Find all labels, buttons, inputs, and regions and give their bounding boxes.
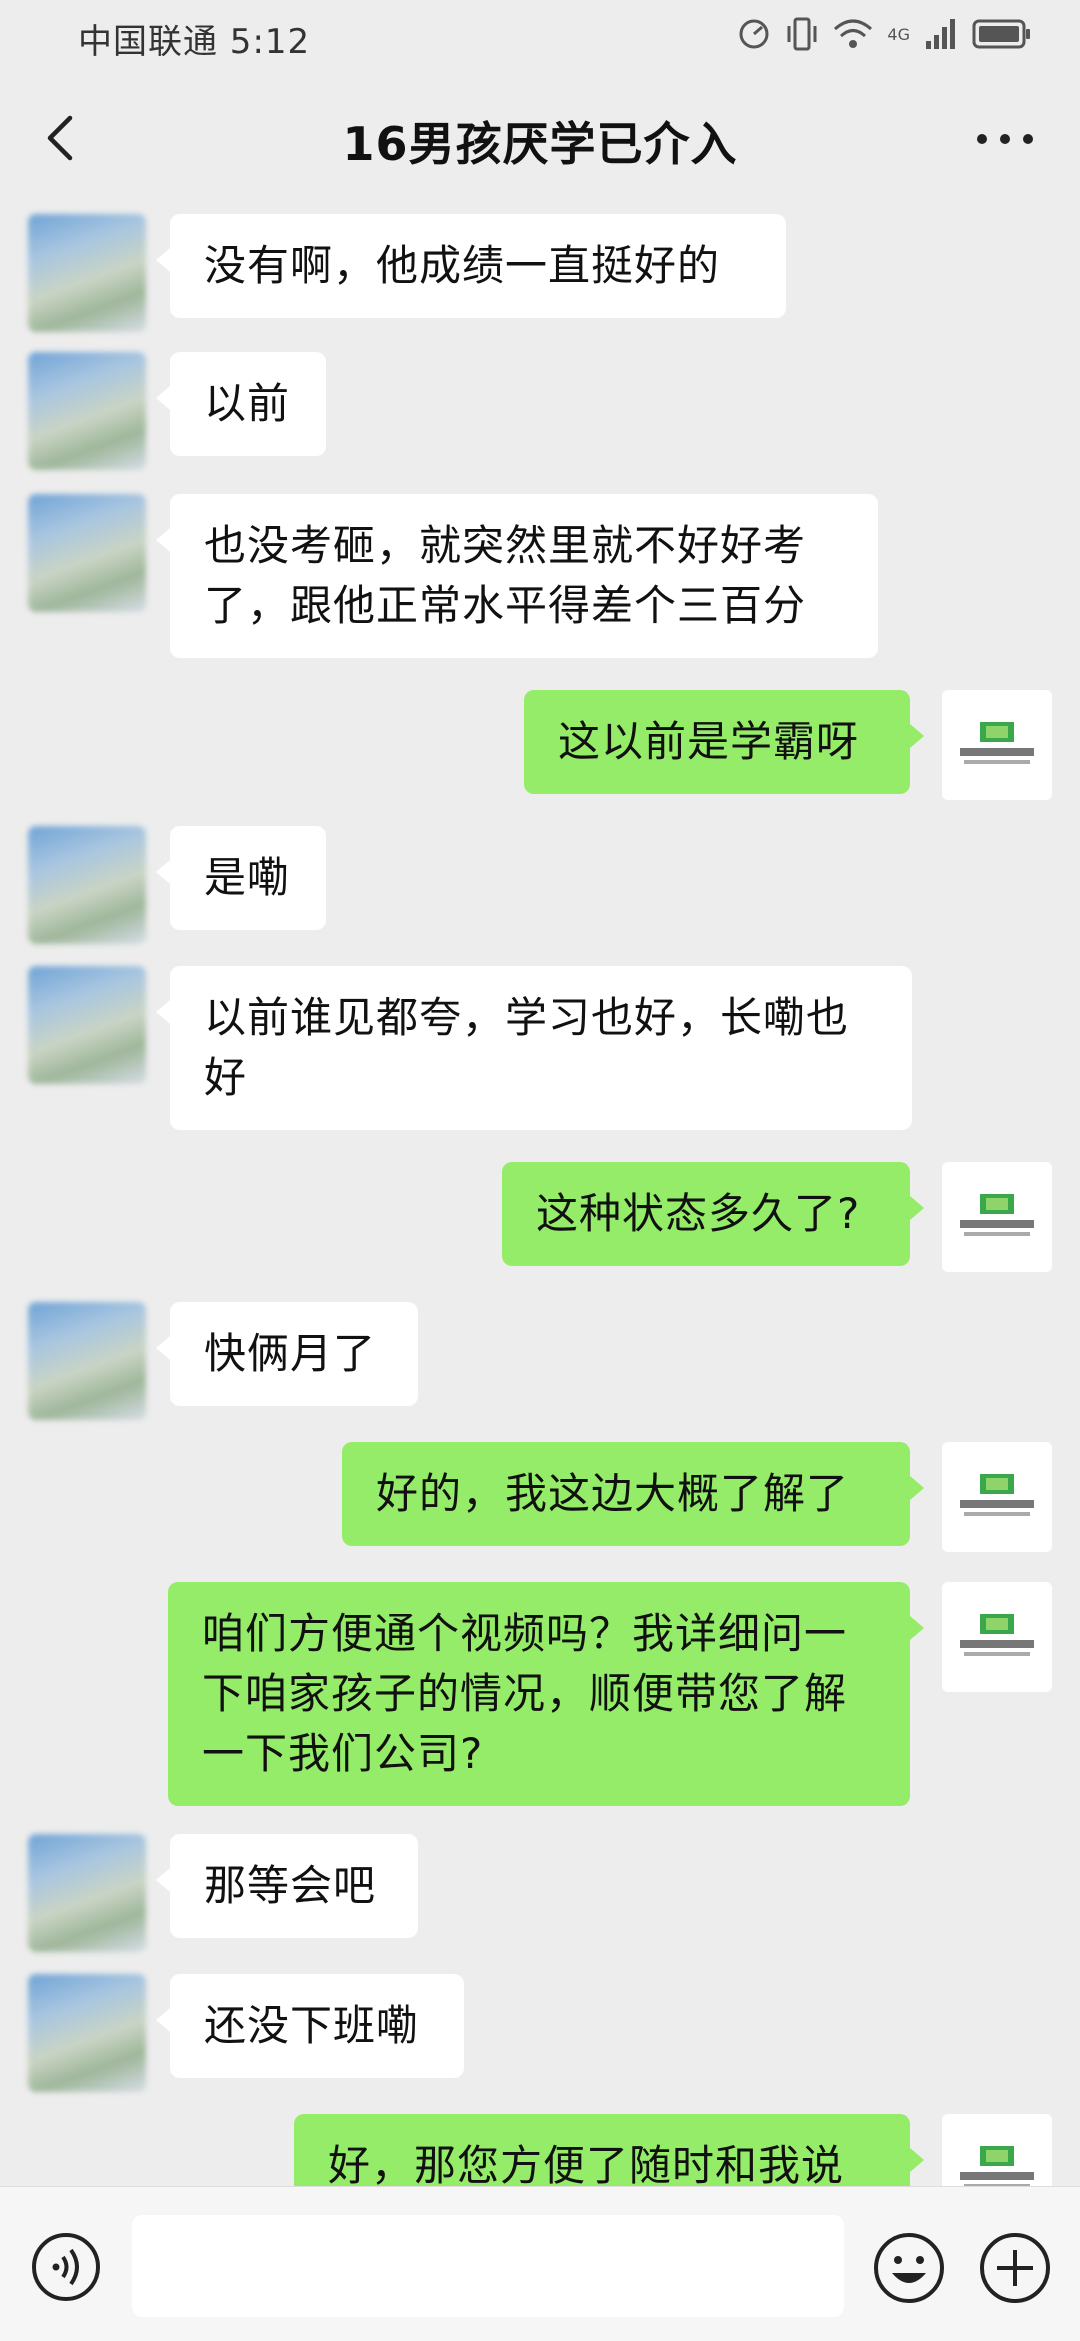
voice-icon: [32, 2233, 100, 2301]
my-avatar[interactable]: [942, 1582, 1052, 1692]
message-bubble-incoming[interactable]: 是嘞: [156, 826, 326, 930]
contact-avatar[interactable]: [28, 1302, 146, 1420]
message-bubble-incoming[interactable]: 那等会吧: [156, 1834, 418, 1938]
carrier-time: 中国联通 5:12: [78, 22, 311, 62]
message-bubble-incoming[interactable]: 以前: [156, 352, 326, 456]
contact-avatar[interactable]: [28, 494, 146, 612]
company-logo-icon: [960, 722, 1034, 764]
message-input[interactable]: [132, 2215, 844, 2317]
message-bubble-incoming[interactable]: 快俩月了: [156, 1302, 418, 1406]
message-bubble-outgoing[interactable]: 好，那您方便了随时和我说: [294, 2114, 924, 2186]
wifi-icon: [834, 19, 873, 48]
contact-avatar[interactable]: [28, 1834, 146, 1952]
speed-icon: [739, 19, 769, 49]
status-bar: 中国联通 5:12 4G: [0, 0, 1080, 72]
message-bubble-incoming[interactable]: 还没下班嘞: [156, 1974, 464, 2078]
voice-button[interactable]: [30, 2231, 102, 2303]
my-avatar[interactable]: [942, 690, 1052, 800]
contact-avatar[interactable]: [28, 352, 146, 470]
chat-header: 16男孩厌学已介入: [0, 72, 1080, 204]
company-logo-icon: [960, 2146, 1034, 2186]
company-logo-icon: [960, 1614, 1034, 1656]
chat-message-list[interactable]: 没有啊，他成绩一直挺好的 以前 也没考砸，就突然里就不好好考了，跟他正常水平得差…: [0, 204, 1080, 2186]
status-icons: 4G: [737, 16, 1032, 52]
my-avatar[interactable]: [942, 1162, 1052, 1272]
vibrate-icon: [787, 17, 817, 51]
message-bubble-outgoing[interactable]: 好的，我这边大概了解了: [342, 1442, 924, 1546]
battery-icon: [972, 19, 1030, 49]
message-bubble-incoming[interactable]: 也没考砸，就突然里就不好好考了，跟他正常水平得差个三百分: [156, 494, 878, 658]
more-functions-button[interactable]: [978, 2231, 1052, 2305]
emoji-button[interactable]: [872, 2231, 946, 2305]
contact-avatar[interactable]: [28, 214, 146, 332]
contact-avatar[interactable]: [28, 966, 146, 1084]
network-type: 4G: [887, 24, 910, 44]
message-bubble-outgoing[interactable]: 这种状态多久了?: [502, 1162, 924, 1266]
message-bubble-outgoing[interactable]: 咱们方便通个视频吗？我详细问一下咱家孩子的情况，顺便带您了解一下我们公司?: [168, 1582, 924, 1806]
contact-avatar[interactable]: [28, 1974, 146, 2092]
my-avatar[interactable]: [942, 1442, 1052, 1552]
more-button[interactable]: [970, 114, 1040, 164]
input-bar: [0, 2186, 1080, 2341]
message-bubble-outgoing[interactable]: 这以前是学霸呀: [524, 690, 924, 794]
more-icon: [977, 134, 1033, 144]
company-logo-icon: [960, 1194, 1034, 1236]
signal-icon: [926, 19, 955, 49]
emoji-icon: [874, 2233, 944, 2303]
chat-title: 16男孩厌学已介入: [342, 117, 738, 171]
message-bubble-incoming[interactable]: 以前谁见都夸，学习也好，长嘞也好: [156, 966, 912, 1130]
company-logo-icon: [960, 1474, 1034, 1516]
contact-avatar[interactable]: [28, 826, 146, 944]
my-avatar[interactable]: [942, 2114, 1052, 2186]
plus-icon: [980, 2233, 1050, 2303]
message-bubble-incoming[interactable]: 没有啊，他成绩一直挺好的: [156, 214, 786, 318]
